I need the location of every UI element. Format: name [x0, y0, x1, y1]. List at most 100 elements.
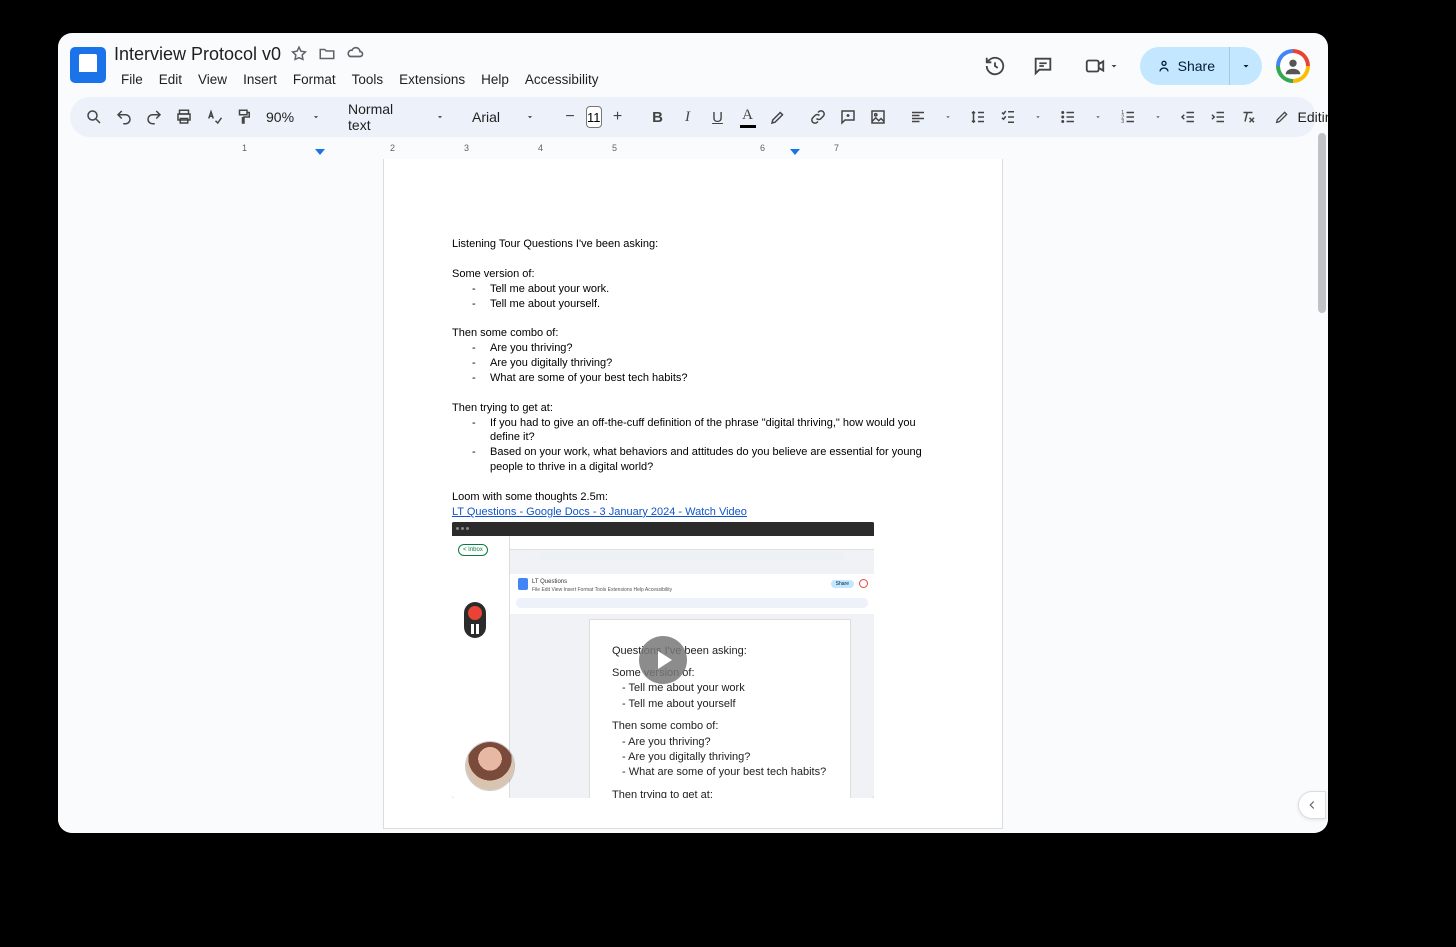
numbered-list-icon[interactable]: 123: [1114, 103, 1142, 131]
ruler[interactable]: 1 2 3 4 5 6 7: [70, 143, 1316, 159]
menu-view[interactable]: View: [191, 70, 234, 89]
paint-format-icon[interactable]: [230, 103, 258, 131]
font-select[interactable]: Arial: [466, 109, 514, 125]
list-item[interactable]: What are some of your best tech habits?: [472, 371, 934, 386]
svg-text:3: 3: [1121, 119, 1124, 125]
loom-recorder-controls: [464, 602, 486, 638]
list-item[interactable]: Tell me about yourself.: [472, 297, 934, 312]
search-menus-icon[interactable]: [80, 103, 108, 131]
align-dropdown-icon[interactable]: [934, 103, 962, 131]
move-icon[interactable]: [317, 44, 337, 64]
spellcheck-icon[interactable]: [200, 103, 228, 131]
text-color-icon[interactable]: A: [734, 103, 762, 131]
bullet-list-icon[interactable]: [1054, 103, 1082, 131]
app-window: Interview Protocol v0 File Edit View Ins…: [58, 33, 1328, 833]
loom-doc-menu: File Edit View Insert Format Tools Exten…: [532, 587, 672, 594]
clear-format-icon[interactable]: [1234, 103, 1262, 131]
menu-format[interactable]: Format: [286, 70, 343, 89]
menu-bar: File Edit View Insert Format Tools Exten…: [114, 67, 970, 91]
loom-video-embed[interactable]: < Inbox LT Questions File Edit View Inse…: [452, 522, 874, 798]
list-item[interactable]: Based on your work, what behaviors and a…: [472, 445, 934, 475]
style-dropdown-icon[interactable]: [426, 103, 454, 131]
loom-inner-page: Questions I've been asking: Some version…: [590, 620, 850, 798]
outdent-icon[interactable]: [1174, 103, 1202, 131]
play-icon[interactable]: [639, 636, 687, 684]
loom-browser: LT Questions File Edit View Insert Forma…: [510, 536, 874, 798]
list-item[interactable]: Are you digitally thriving?: [472, 356, 934, 371]
align-icon[interactable]: [904, 103, 932, 131]
redo-icon[interactable]: [140, 103, 168, 131]
checklist-icon[interactable]: [994, 103, 1022, 131]
loom-link[interactable]: LT Questions - Google Docs - 3 January 2…: [452, 506, 747, 518]
doc-text[interactable]: Then some combo of:: [452, 326, 934, 341]
share-label: Share: [1178, 58, 1215, 74]
account-avatar[interactable]: [1276, 49, 1310, 83]
insert-image-icon[interactable]: [864, 103, 892, 131]
insert-link-icon[interactable]: [804, 103, 832, 131]
titlebar: Interview Protocol v0 File Edit View Ins…: [58, 33, 1328, 91]
history-icon[interactable]: [978, 49, 1012, 83]
indent-icon[interactable]: [1204, 103, 1232, 131]
doc-text[interactable]: Loom with some thoughts 2.5m:: [452, 490, 934, 505]
menu-tools[interactable]: Tools: [345, 70, 391, 89]
font-dropdown-icon[interactable]: [516, 103, 544, 131]
loom-os-menubar: [452, 522, 874, 536]
doc-title[interactable]: Interview Protocol v0: [114, 44, 281, 65]
fontsize-increase[interactable]: +: [604, 103, 632, 131]
side-panel-toggle[interactable]: [1298, 791, 1326, 819]
docs-logo-icon[interactable]: [70, 47, 106, 83]
share-button[interactable]: Share: [1140, 58, 1229, 74]
presenter-bubble: [466, 742, 514, 790]
indent-marker-right[interactable]: [790, 149, 800, 155]
menu-help[interactable]: Help: [474, 70, 516, 89]
undo-icon[interactable]: [110, 103, 138, 131]
loom-docs-logo-icon: [518, 578, 528, 590]
loom-share-btn: Share: [831, 580, 854, 589]
scrollbar-thumb[interactable]: [1318, 133, 1326, 313]
italic-icon[interactable]: I: [674, 103, 702, 131]
bullet-dropdown-icon[interactable]: [1084, 103, 1112, 131]
print-icon[interactable]: [170, 103, 198, 131]
doc-text[interactable]: Listening Tour Questions I've been askin…: [452, 237, 934, 252]
share-button-group: Share: [1140, 47, 1262, 85]
doc-text[interactable]: Some version of:: [452, 267, 934, 282]
comments-icon[interactable]: [1026, 49, 1060, 83]
highlight-icon[interactable]: [764, 103, 792, 131]
checklist-dropdown-icon[interactable]: [1024, 103, 1052, 131]
toolbar: 90% Normal text Arial − 11 + B I U A 123: [70, 97, 1316, 137]
fontsize-input[interactable]: 11: [586, 106, 602, 128]
fontsize-decrease[interactable]: −: [556, 103, 584, 131]
underline-icon[interactable]: U: [704, 103, 732, 131]
loom-doc-title: LT Questions: [532, 578, 567, 586]
mode-select[interactable]: Editing: [1266, 109, 1328, 125]
zoom-dropdown-icon[interactable]: [302, 103, 330, 131]
line-spacing-icon[interactable]: [964, 103, 992, 131]
share-dropdown[interactable]: [1229, 47, 1262, 85]
list-item[interactable]: If you had to give an off-the-cuff defin…: [472, 416, 934, 446]
list-item[interactable]: Tell me about your work.: [472, 282, 934, 297]
bold-icon[interactable]: B: [644, 103, 672, 131]
mode-label: Editing: [1298, 109, 1328, 125]
document-canvas[interactable]: Listening Tour Questions I've been askin…: [58, 159, 1328, 833]
menu-insert[interactable]: Insert: [236, 70, 284, 89]
menu-extensions[interactable]: Extensions: [392, 70, 472, 89]
menu-file[interactable]: File: [114, 70, 150, 89]
page[interactable]: Listening Tour Questions I've been askin…: [384, 159, 1002, 828]
record-icon: [468, 606, 482, 620]
menu-accessibility[interactable]: Accessibility: [518, 70, 606, 89]
meet-button[interactable]: [1074, 55, 1126, 77]
loom-avatar-icon: [859, 579, 868, 588]
paragraph-style-select[interactable]: Normal text: [342, 101, 424, 133]
doc-text[interactable]: Then trying to get at:: [452, 401, 934, 416]
insert-comment-icon[interactable]: [834, 103, 862, 131]
numbered-dropdown-icon[interactable]: [1144, 103, 1172, 131]
list-item[interactable]: Are you thriving?: [472, 341, 934, 356]
indent-marker-left[interactable]: [315, 149, 325, 155]
menu-edit[interactable]: Edit: [152, 70, 189, 89]
zoom-select[interactable]: 90%: [260, 109, 300, 125]
loom-inbox-label: < Inbox: [458, 544, 488, 556]
pause-icon: [470, 624, 480, 634]
star-icon[interactable]: [289, 44, 309, 64]
vertical-scrollbar[interactable]: [1318, 133, 1326, 793]
cloud-status-icon[interactable]: [345, 44, 365, 64]
